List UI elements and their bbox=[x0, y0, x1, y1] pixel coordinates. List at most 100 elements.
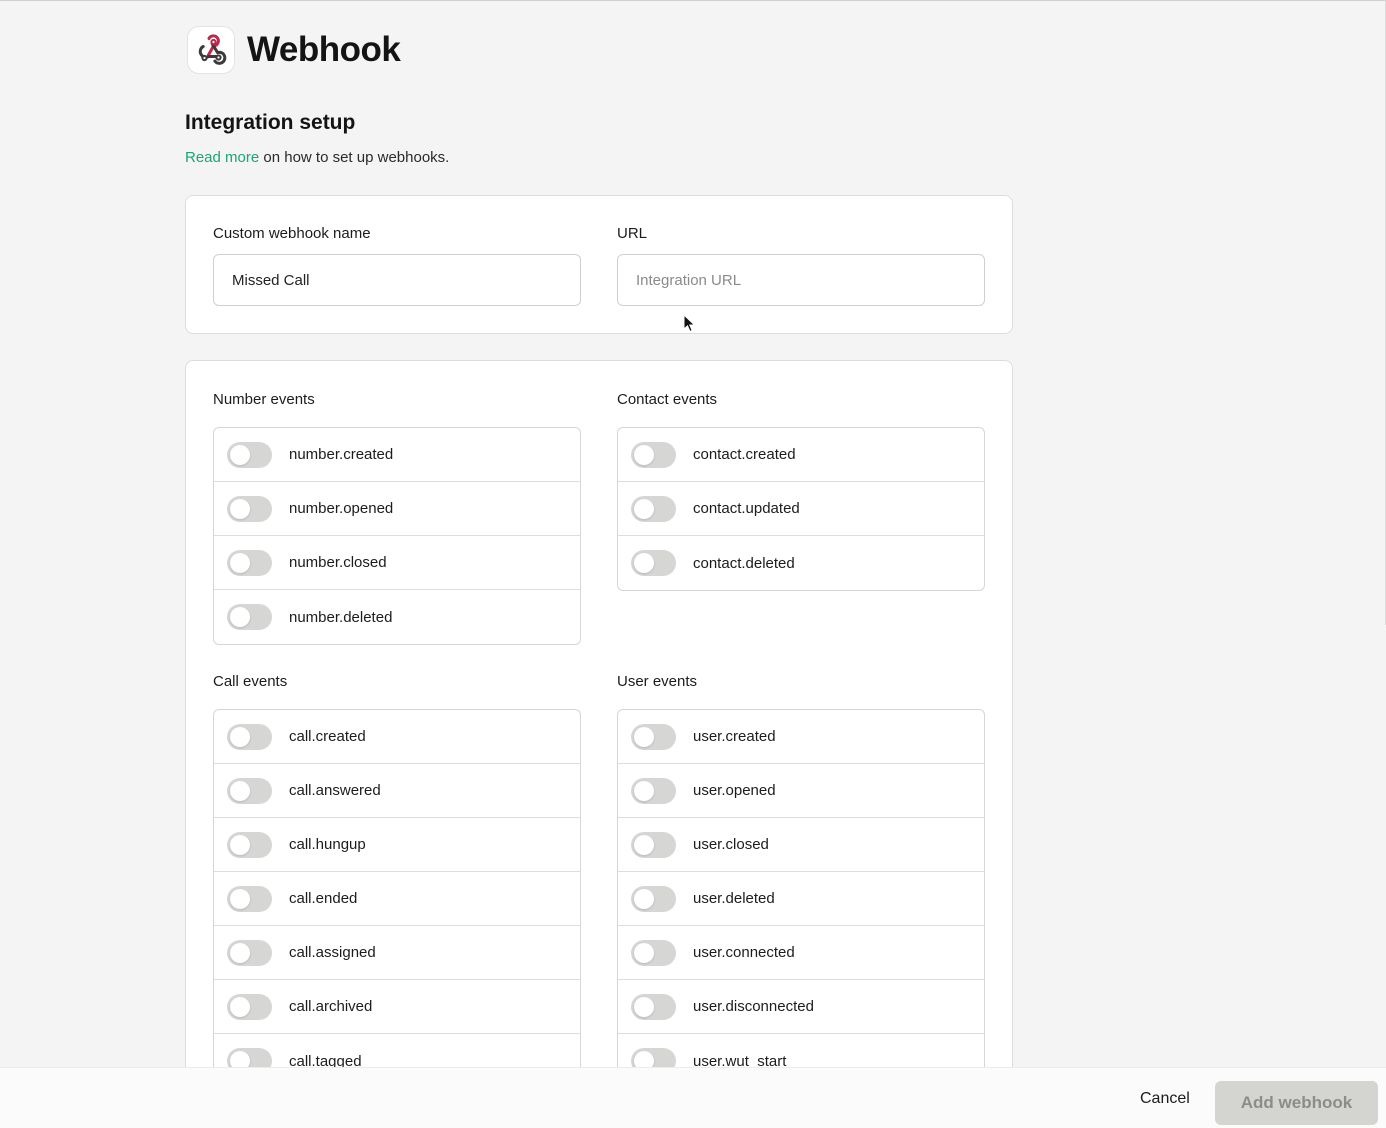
call-event-row: call.ended bbox=[214, 872, 580, 926]
section-title: Integration setup bbox=[185, 111, 356, 134]
number-event-row: number.created bbox=[214, 428, 580, 482]
cancel-button[interactable]: Cancel bbox=[1120, 1082, 1210, 1116]
call-event-row: call.created bbox=[214, 710, 580, 764]
user-events-label: User events bbox=[617, 673, 698, 690]
number-event-row: number.deleted bbox=[214, 590, 580, 644]
number-events-list: number.created number.opened number.closed… bbox=[213, 427, 581, 645]
user-event-label: user.disconnected bbox=[693, 998, 814, 1015]
toggle-knob bbox=[230, 888, 250, 909]
contact-event-toggle[interactable] bbox=[631, 550, 676, 576]
url-input[interactable] bbox=[617, 254, 985, 306]
toggle-knob bbox=[230, 996, 250, 1017]
call-event-label: call.hungup bbox=[289, 836, 366, 853]
toggle-knob bbox=[230, 444, 250, 465]
toggle-knob bbox=[634, 726, 654, 747]
user-event-label: user.closed bbox=[693, 836, 769, 853]
call-event-label: call.assigned bbox=[289, 944, 376, 961]
call-event-toggle[interactable] bbox=[227, 723, 272, 750]
call-event-label: call.ended bbox=[289, 890, 358, 907]
toggle-knob bbox=[634, 498, 654, 519]
toggle-knob bbox=[634, 444, 654, 465]
contact-event-toggle[interactable] bbox=[631, 441, 676, 468]
user-event-toggle[interactable] bbox=[631, 993, 676, 1020]
user-event-label: user.deleted bbox=[693, 890, 775, 907]
toggle-knob bbox=[634, 942, 654, 963]
call-event-label: call.created bbox=[289, 728, 366, 745]
toggle-knob bbox=[230, 942, 250, 963]
contact-event-label: contact.updated bbox=[693, 500, 800, 517]
user-event-row: user.disconnected bbox=[618, 980, 984, 1034]
toggle-knob bbox=[230, 726, 250, 747]
number-event-toggle[interactable] bbox=[227, 495, 272, 522]
user-event-label: user.connected bbox=[693, 944, 795, 961]
url-field-label: URL bbox=[617, 225, 648, 242]
toggle-knob bbox=[230, 498, 250, 519]
toggle-knob bbox=[230, 780, 250, 801]
number-event-row: number.opened bbox=[214, 482, 580, 536]
toggle-knob bbox=[634, 996, 654, 1017]
call-event-row: call.archived bbox=[214, 980, 580, 1034]
call-event-row: call.answered bbox=[214, 764, 580, 818]
call-event-toggle[interactable] bbox=[227, 885, 272, 912]
number-event-label: number.closed bbox=[289, 554, 387, 571]
number-event-label: number.created bbox=[289, 446, 394, 463]
contact-event-label: contact.deleted bbox=[693, 554, 795, 572]
user-event-row: user.opened bbox=[618, 764, 984, 818]
number-event-toggle[interactable] bbox=[227, 549, 272, 576]
footer-bar: Cancel Add webhook bbox=[0, 1067, 1386, 1128]
call-event-toggle[interactable] bbox=[227, 939, 272, 966]
call-event-toggle[interactable] bbox=[227, 831, 272, 858]
toggle-knob bbox=[230, 607, 250, 627]
contact-event-row: contact.updated bbox=[618, 482, 984, 536]
intro-text-body: on how to set up webhooks. bbox=[259, 149, 450, 166]
events-card: Number events number.created number.opene… bbox=[185, 360, 1013, 1120]
number-event-label: number.opened bbox=[289, 500, 394, 517]
add-webhook-button[interactable]: Add webhook bbox=[1215, 1081, 1378, 1125]
webhook-details-card: Custom webhook name URL bbox=[185, 195, 1013, 334]
user-event-toggle[interactable] bbox=[631, 831, 676, 858]
user-event-row: user.deleted bbox=[618, 872, 984, 926]
read-more-link[interactable]: Read more bbox=[185, 149, 259, 166]
user-events-list: user.created user.opened user.closed user.d… bbox=[617, 709, 985, 1088]
number-events-label: Number events bbox=[213, 391, 315, 408]
toggle-knob bbox=[230, 834, 250, 855]
user-event-label: user.created bbox=[693, 728, 776, 745]
user-event-toggle[interactable] bbox=[631, 939, 676, 966]
number-event-toggle[interactable] bbox=[227, 441, 272, 468]
call-event-row: call.assigned bbox=[214, 926, 580, 980]
toggle-knob bbox=[634, 888, 654, 909]
app-header: Webhook bbox=[187, 26, 401, 74]
call-event-label: call.answered bbox=[289, 782, 381, 799]
number-event-label: number.deleted bbox=[289, 608, 393, 626]
toggle-knob bbox=[634, 834, 654, 855]
contact-event-label: contact.created bbox=[693, 446, 796, 463]
webhook-name-input[interactable] bbox=[213, 254, 581, 306]
call-event-toggle[interactable] bbox=[227, 993, 272, 1020]
user-event-toggle[interactable] bbox=[631, 777, 676, 804]
contact-event-row: contact.deleted bbox=[618, 536, 984, 590]
user-event-row: user.created bbox=[618, 710, 984, 764]
contact-event-row: contact.created bbox=[618, 428, 984, 482]
toggle-knob bbox=[634, 780, 654, 801]
contact-event-toggle[interactable] bbox=[631, 495, 676, 522]
call-events-label: Call events bbox=[213, 673, 288, 690]
contact-events-list: contact.created contact.updated contact.de… bbox=[617, 427, 985, 591]
toggle-knob bbox=[230, 552, 250, 573]
mouse-cursor-icon bbox=[683, 314, 696, 333]
call-event-label: call.archived bbox=[289, 998, 373, 1015]
top-divider bbox=[0, 0, 1386, 1]
contact-events-label: Contact events bbox=[617, 391, 718, 408]
call-events-list: call.created call.answered call.hungup call… bbox=[213, 709, 581, 1088]
webhook-logo bbox=[187, 26, 235, 74]
user-event-label: user.opened bbox=[693, 782, 776, 799]
name-field-label: Custom webhook name bbox=[213, 225, 371, 242]
call-event-toggle[interactable] bbox=[227, 777, 272, 804]
call-event-row: call.hungup bbox=[214, 818, 580, 872]
user-event-row: user.connected bbox=[618, 926, 984, 980]
user-event-toggle[interactable] bbox=[631, 885, 676, 912]
app-title: Webhook bbox=[247, 30, 401, 69]
webhook-icon bbox=[198, 34, 227, 65]
user-event-toggle[interactable] bbox=[631, 723, 676, 750]
number-event-toggle[interactable] bbox=[227, 604, 272, 630]
number-event-row: number.closed bbox=[214, 536, 580, 590]
